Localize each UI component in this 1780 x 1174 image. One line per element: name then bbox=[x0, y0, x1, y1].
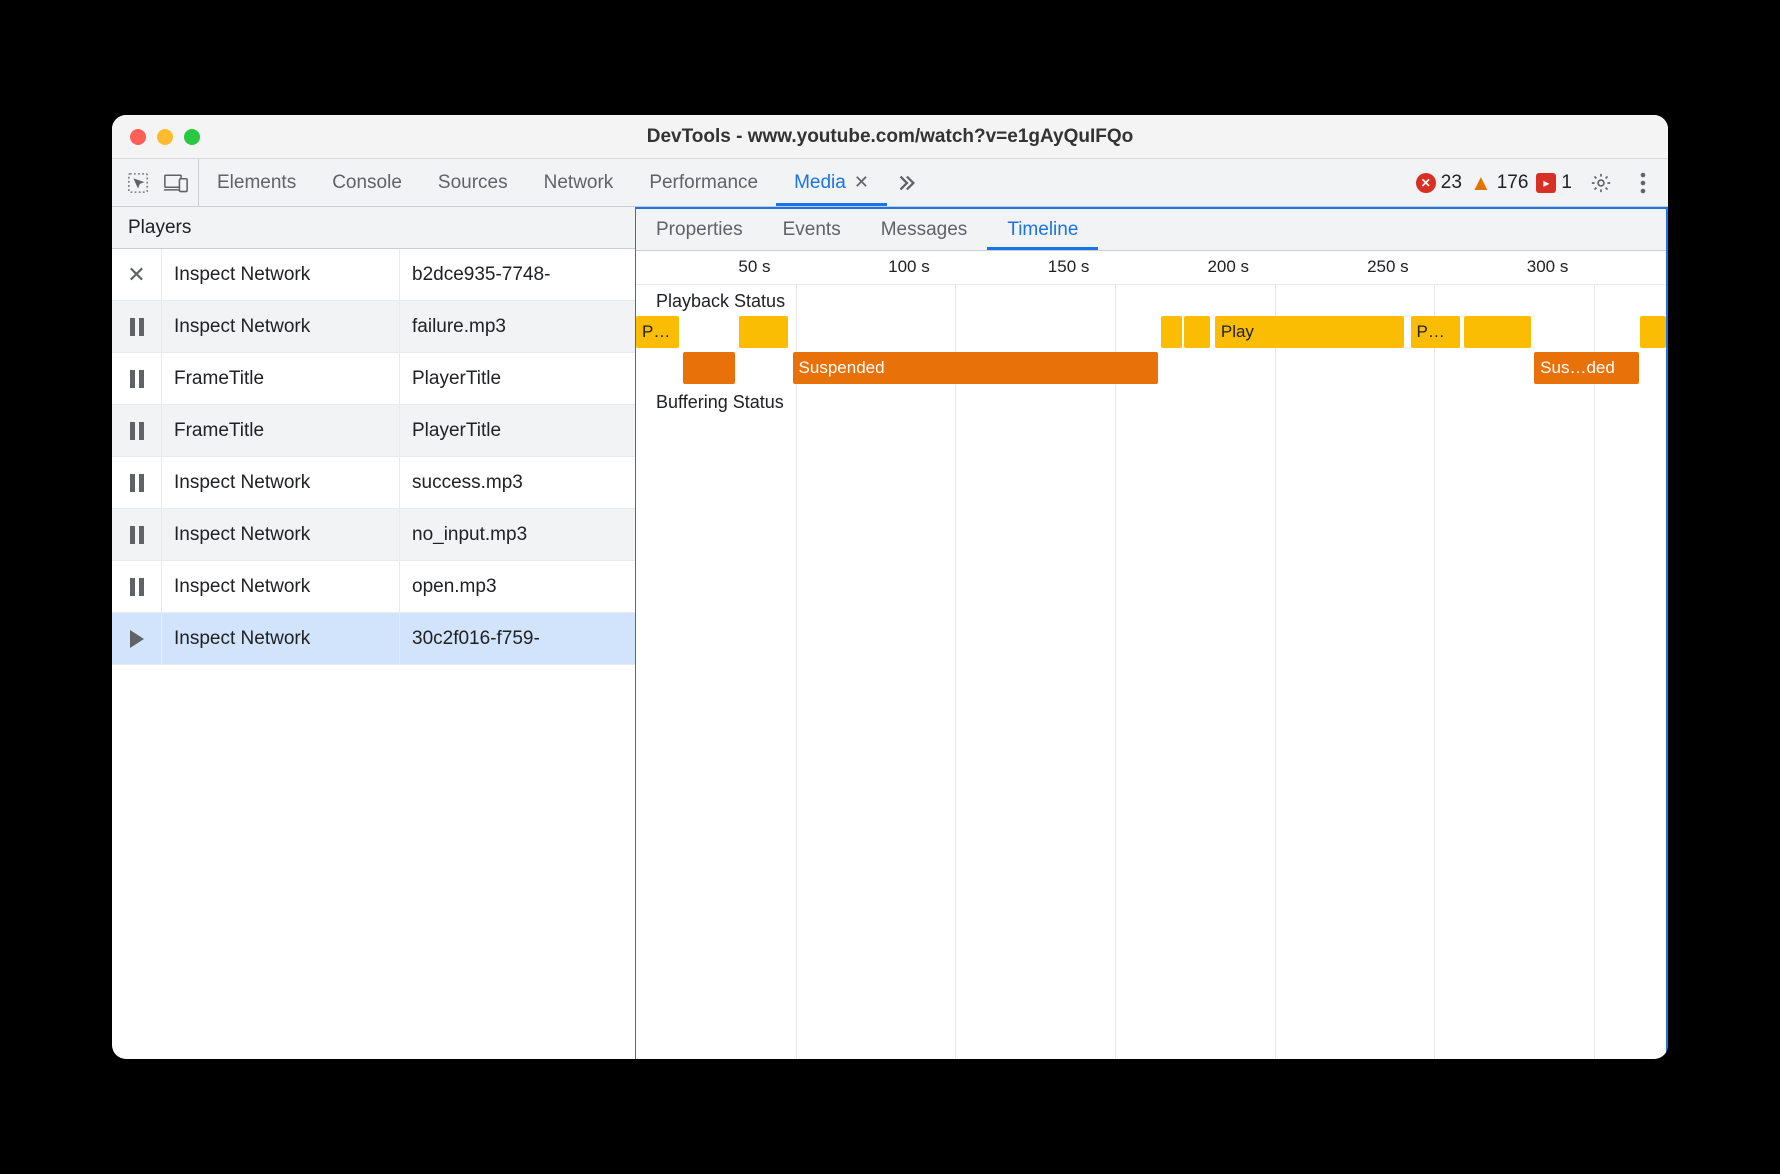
player-frame-cell: Inspect Network bbox=[162, 613, 400, 664]
player-title-cell: b2dce935-7748- bbox=[400, 249, 635, 300]
player-frame-cell: Inspect Network bbox=[162, 301, 400, 352]
settings-button[interactable] bbox=[1588, 170, 1614, 196]
toolbar: ElementsConsoleSourcesNetworkPerformance… bbox=[112, 159, 1668, 207]
pause-icon bbox=[112, 509, 162, 560]
tab-performance[interactable]: Performance bbox=[631, 159, 776, 206]
player-row[interactable]: Inspect Network30c2f016-f759- bbox=[112, 613, 635, 665]
pause-icon bbox=[112, 353, 162, 404]
player-title-cell: no_input.mp3 bbox=[400, 509, 635, 560]
buffering-status-label: Buffering Status bbox=[636, 386, 1666, 415]
playback-track-row2: Suspended Sus…ded bbox=[636, 350, 1666, 386]
player-frame-cell: FrameTitle bbox=[162, 405, 400, 456]
timeline-bar[interactable]: P… bbox=[1411, 316, 1460, 348]
player-row[interactable]: Inspect Networkfailure.mp3 bbox=[112, 301, 635, 353]
warning-icon: ▲ bbox=[1470, 170, 1492, 196]
player-row[interactable]: ✕Inspect Networkb2dce935-7748- bbox=[112, 249, 635, 301]
timeline-view: 50 s 100 s 150 s 200 s 250 s 300 s Playback S… bbox=[636, 251, 1666, 1059]
detail-tab-properties[interactable]: Properties bbox=[636, 209, 763, 250]
inspect-element-icon[interactable] bbox=[126, 171, 150, 195]
pause-icon bbox=[112, 405, 162, 456]
detail-tab-events[interactable]: Events bbox=[763, 209, 861, 250]
player-row[interactable]: FrameTitlePlayerTitle bbox=[112, 405, 635, 457]
timeline-bar[interactable] bbox=[1464, 316, 1531, 348]
warning-count[interactable]: ▲ 176 bbox=[1470, 170, 1528, 196]
error-icon: ✕ bbox=[1416, 173, 1436, 193]
player-frame-cell: Inspect Network bbox=[162, 561, 400, 612]
device-toolbar-icon[interactable] bbox=[164, 171, 188, 195]
detail-tabs: PropertiesEventsMessagesTimeline bbox=[636, 209, 1666, 251]
player-title-cell: PlayerTitle bbox=[400, 405, 635, 456]
minimize-button[interactable] bbox=[157, 129, 173, 145]
player-title-cell: failure.mp3 bbox=[400, 301, 635, 352]
tab-media[interactable]: Media✕ bbox=[776, 159, 887, 206]
maximize-button[interactable] bbox=[184, 129, 200, 145]
ruler-tick: 150 s bbox=[1048, 257, 1090, 277]
player-row[interactable]: Inspect Networksuccess.mp3 bbox=[112, 457, 635, 509]
player-row[interactable]: Inspect Networkopen.mp3 bbox=[112, 561, 635, 613]
main-area: Players ✕Inspect Networkb2dce935-7748-In… bbox=[112, 207, 1668, 1059]
play-icon bbox=[112, 613, 162, 664]
timeline-bar[interactable] bbox=[739, 316, 788, 348]
players-sidebar: Players ✕Inspect Networkb2dce935-7748-In… bbox=[112, 207, 636, 1059]
timeline-bar[interactable] bbox=[683, 352, 735, 384]
tab-network[interactable]: Network bbox=[526, 159, 632, 206]
more-tabs-button[interactable] bbox=[887, 172, 925, 194]
player-row[interactable]: FrameTitlePlayerTitle bbox=[112, 353, 635, 405]
destroyed-icon: ✕ bbox=[112, 249, 162, 300]
timeline-bar[interactable]: Sus…ded bbox=[1534, 352, 1639, 384]
timeline-bar[interactable] bbox=[1161, 316, 1182, 348]
timeline-bar[interactable] bbox=[1640, 316, 1666, 348]
tab-sources[interactable]: Sources bbox=[420, 159, 526, 206]
ruler-tick: 50 s bbox=[738, 257, 770, 277]
info-icon: ▸ bbox=[1536, 173, 1556, 193]
devtools-window: DevTools - www.youtube.com/watch?v=e1gAy… bbox=[112, 115, 1668, 1059]
tab-console[interactable]: Console bbox=[314, 159, 420, 206]
playback-status-label: Playback Status bbox=[636, 285, 1666, 314]
tab-elements[interactable]: Elements bbox=[199, 159, 314, 206]
titlebar: DevTools - www.youtube.com/watch?v=e1gAy… bbox=[112, 115, 1668, 159]
detail-pane: PropertiesEventsMessagesTimeline 50 s 100… bbox=[636, 207, 1668, 1059]
playback-track-row1: P…PlayP… bbox=[636, 314, 1666, 350]
buffering-track bbox=[636, 415, 1666, 451]
ruler-tick: 250 s bbox=[1367, 257, 1409, 277]
player-frame-cell: Inspect Network bbox=[162, 249, 400, 300]
player-title-cell: success.mp3 bbox=[400, 457, 635, 508]
timeline-bar[interactable]: Play bbox=[1215, 316, 1405, 348]
detail-tab-messages[interactable]: Messages bbox=[861, 209, 988, 250]
detail-tab-timeline[interactable]: Timeline bbox=[987, 209, 1098, 250]
timeline-bar[interactable] bbox=[1194, 316, 1209, 348]
error-count[interactable]: ✕ 23 bbox=[1416, 172, 1462, 194]
close-tab-icon[interactable]: ✕ bbox=[854, 172, 869, 193]
timeline-bar[interactable]: Suspended bbox=[793, 352, 1159, 384]
ruler-tick: 300 s bbox=[1527, 257, 1569, 277]
pause-icon bbox=[112, 457, 162, 508]
traffic-lights bbox=[112, 129, 200, 145]
ruler-tick: 100 s bbox=[888, 257, 930, 277]
player-title-cell: 30c2f016-f759- bbox=[400, 613, 635, 664]
player-title-cell: open.mp3 bbox=[400, 561, 635, 612]
close-button[interactable] bbox=[130, 129, 146, 145]
player-row[interactable]: Inspect Networkno_input.mp3 bbox=[112, 509, 635, 561]
player-frame-cell: FrameTitle bbox=[162, 353, 400, 404]
info-count[interactable]: ▸ 1 bbox=[1536, 172, 1572, 194]
timeline-ruler[interactable]: 50 s 100 s 150 s 200 s 250 s 300 s bbox=[636, 251, 1666, 285]
timeline-bar[interactable]: P… bbox=[636, 316, 679, 348]
player-frame-cell: Inspect Network bbox=[162, 457, 400, 508]
pause-icon bbox=[112, 301, 162, 352]
player-frame-cell: Inspect Network bbox=[162, 509, 400, 560]
more-options-button[interactable] bbox=[1630, 170, 1656, 196]
window-title: DevTools - www.youtube.com/watch?v=e1gAy… bbox=[112, 126, 1668, 148]
players-list: ✕Inspect Networkb2dce935-7748-Inspect Ne… bbox=[112, 249, 635, 1059]
pause-icon bbox=[112, 561, 162, 612]
sidebar-header: Players bbox=[112, 207, 635, 249]
player-title-cell: PlayerTitle bbox=[400, 353, 635, 404]
ruler-tick: 200 s bbox=[1207, 257, 1249, 277]
